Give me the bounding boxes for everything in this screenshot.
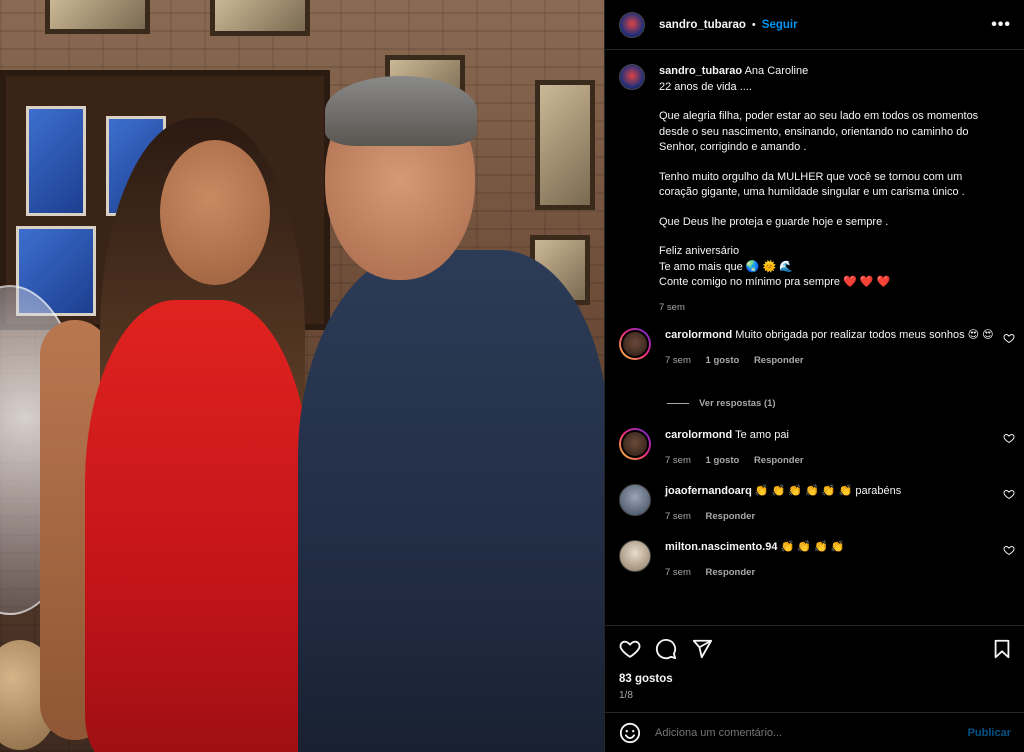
caption-line: Feliz aniversário [659, 245, 740, 257]
header-separator: • [751, 18, 756, 31]
reply-button[interactable]: Responder [706, 567, 756, 578]
comment-item: milton.nascimento.94 👏 👏 👏 👏 7 sem Respo… [619, 540, 1015, 580]
post-sidebar: sandro_tubarao • Seguir ••• sandro_tubar… [604, 0, 1024, 752]
photo-wall-frame [45, 0, 150, 34]
comment-item: joaofernandoarq 👏 👏 👏 👏 👏 👏 parabéns 7 s… [619, 484, 1015, 524]
comment-input[interactable] [655, 726, 968, 739]
caption-first-line: Ana Caroline [744, 65, 809, 77]
comment-timestamp[interactable]: 7 sem [665, 355, 691, 366]
comment-timestamp[interactable]: 7 sem [665, 567, 691, 578]
post-photo[interactable] [0, 0, 604, 752]
comment-text: Te amo pai [735, 429, 789, 441]
comment-timestamp[interactable]: 7 sem [665, 455, 691, 466]
commenter-avatar[interactable] [619, 540, 651, 572]
caption-paragraph: Tenho muito orgulho da MULHER que você s… [659, 170, 965, 199]
comment-likes-count[interactable]: 1 gosto [706, 455, 740, 466]
comment-item: carolormond Te amo pai 7 sem 1 gosto Res… [619, 428, 1015, 468]
comment-bubble-icon[interactable] [655, 638, 677, 660]
add-comment-bar: Publicar [605, 712, 1024, 752]
view-replies-button[interactable]: Ver respostas (1) [667, 398, 776, 409]
photo-person-shirt [298, 250, 604, 752]
commenter-username[interactable]: joaofernandoarq [665, 485, 752, 497]
author-avatar[interactable] [619, 64, 645, 90]
commenter-avatar[interactable] [619, 484, 651, 516]
caption-line: 22 anos de vida .... [659, 80, 752, 93]
reply-button[interactable]: Responder [754, 355, 804, 366]
caption-timestamp[interactable]: 7 sem [659, 302, 685, 313]
post-actions: 83 gostos 1/8 [605, 625, 1024, 712]
comment-text: 👏 👏 👏 👏 👏 👏 parabéns [754, 485, 902, 497]
like-comment-heart-icon[interactable] [1003, 544, 1015, 556]
view-replies-label: Ver respostas (1) [699, 398, 776, 409]
slide-counter: 1/8 [619, 690, 633, 701]
photo-person-dress [85, 300, 310, 752]
like-comment-heart-icon[interactable] [1003, 432, 1015, 444]
photo-wall-frame [535, 80, 595, 210]
reply-button[interactable]: Responder [706, 511, 756, 522]
caption-line: Conte comigo no mínimo pra sempre ❤️ ❤️ … [659, 276, 891, 288]
photo-person-hair [325, 76, 477, 146]
likes-count[interactable]: 83 gostos [619, 673, 673, 685]
like-heart-icon[interactable] [619, 638, 641, 660]
commenter-username[interactable]: milton.nascimento.94 [665, 541, 777, 553]
save-bookmark-icon[interactable] [991, 638, 1013, 660]
like-comment-heart-icon[interactable] [1003, 332, 1015, 344]
follow-button[interactable]: Seguir [762, 19, 798, 31]
photo-person-face [160, 140, 270, 285]
caption-paragraph: Que Deus lhe proteja e guarde hoje e sem… [659, 215, 889, 228]
emoji-picker-icon[interactable] [619, 722, 641, 744]
caption-paragraph: Que alegria filha, poder estar ao seu la… [659, 110, 979, 153]
publish-button[interactable]: Publicar [968, 727, 1011, 739]
author-avatar[interactable] [619, 11, 645, 38]
post-header: sandro_tubarao • Seguir ••• [605, 0, 1024, 50]
post-caption: sandro_tubarao Ana Caroline 22 anos de v… [619, 64, 999, 315]
comment-text: Muito obrigada por realizar todos meus s… [735, 329, 994, 341]
replies-divider [667, 403, 689, 404]
share-send-icon[interactable] [691, 638, 713, 660]
more-options-icon[interactable]: ••• [991, 16, 1011, 34]
caption-line: Te amo mais que 🌏 🌞 🌊 [659, 260, 794, 273]
commenter-username[interactable]: carolormond [665, 329, 732, 341]
commenter-avatar[interactable] [619, 328, 651, 360]
commenter-avatar[interactable] [619, 428, 651, 460]
comment-timestamp[interactable]: 7 sem [665, 511, 691, 522]
comment-text: 👏 👏 👏 👏 [780, 541, 845, 553]
photo-wall-frame [210, 0, 310, 36]
comments-list[interactable]: sandro_tubarao Ana Caroline 22 anos de v… [605, 50, 1024, 625]
comment-item: carolormond Muito obrigada por realizar … [619, 328, 1015, 368]
like-comment-heart-icon[interactable] [1003, 488, 1015, 500]
comment-likes-count[interactable]: 1 gosto [706, 355, 740, 366]
caption-username[interactable]: sandro_tubarao [659, 65, 742, 77]
author-username[interactable]: sandro_tubarao [659, 19, 746, 31]
commenter-username[interactable]: carolormond [665, 429, 732, 441]
reply-button[interactable]: Responder [754, 455, 804, 466]
